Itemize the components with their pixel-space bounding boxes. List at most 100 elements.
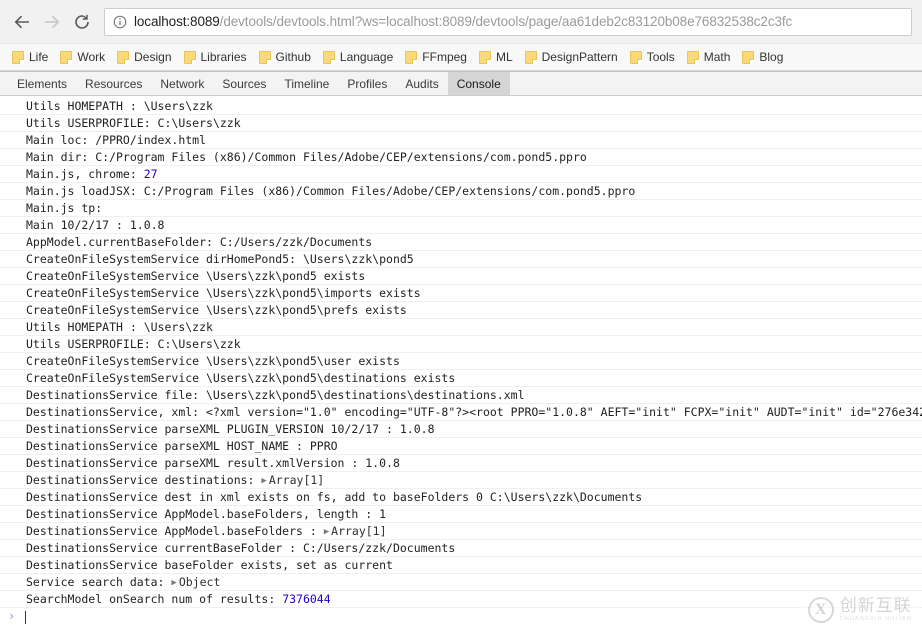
reload-icon — [75, 14, 89, 29]
expand-triangle-icon[interactable]: ▶ — [171, 575, 176, 590]
log-text: CreateOnFileSystemService dirHomePond5: … — [26, 252, 414, 266]
log-text: DestinationsService file: \Users\zzk\pon… — [26, 388, 525, 402]
forward-button[interactable] — [38, 8, 66, 36]
console-log-line: DestinationsService parseXML HOST_NAME :… — [0, 438, 922, 455]
console-log-line: Utils USERPROFILE: C:\Users\zzk — [0, 115, 922, 132]
bookmark-label: Math — [703, 50, 731, 64]
log-text: Utils USERPROFILE: C:\Users\zzk — [26, 337, 241, 351]
console-log-line: CreateOnFileSystemService \Users\zzk\pon… — [0, 302, 922, 319]
bookmark-item[interactable]: Math — [681, 46, 737, 68]
bookmark-label: Libraries — [200, 50, 247, 64]
folder-icon — [60, 50, 73, 64]
console-log-line: DestinationsService destinations: ▶ Array… — [0, 472, 922, 489]
bookmark-item[interactable]: Libraries — [178, 46, 253, 68]
bookmark-label: Work — [77, 50, 106, 64]
devtools-panel: Elements Resources Network Sources Timeline P… — [0, 71, 922, 632]
bookmarks-bar: Life Work Design Libraries Github Language FFm… — [0, 44, 922, 71]
console-prompt[interactable]: › — [0, 608, 922, 627]
bookmark-label: Tools — [646, 50, 675, 64]
browser-window: localhost:8089/devtools/devtools.html?ws… — [0, 0, 922, 632]
bookmark-label: Github — [275, 50, 311, 64]
console-log-line: DestinationsService AppModel.baseFolders… — [0, 506, 922, 523]
bookmark-item[interactable]: Life — [6, 46, 54, 68]
tab-resources[interactable]: Resources — [76, 72, 151, 95]
tab-network[interactable]: Network — [151, 72, 213, 95]
console-log-line: CreateOnFileSystemService \Users\zzk\pon… — [0, 353, 922, 370]
address-bar[interactable]: localhost:8089/devtools/devtools.html?ws… — [104, 7, 912, 36]
bookmark-label: ML — [495, 50, 513, 64]
console-log-line: Main dir: C:/Program Files (x86)/Common … — [0, 149, 922, 166]
bookmark-item[interactable]: Work — [54, 46, 111, 68]
log-text: DestinationsService dest in xml exists o… — [26, 490, 643, 504]
log-text: CreateOnFileSystemService \Users\zzk\pon… — [26, 354, 400, 368]
tab-sources[interactable]: Sources — [213, 72, 275, 95]
bookmark-item[interactable]: Tools — [624, 46, 681, 68]
folder-icon — [478, 50, 491, 64]
log-text: DestinationsService AppModel.baseFolders… — [26, 524, 324, 538]
console-log-line: Utils HOMEPATH : \Users\zzk — [0, 319, 922, 336]
info-circle-icon — [113, 15, 127, 29]
address-bar-url: localhost:8089/devtools/devtools.html?ws… — [134, 15, 792, 29]
url-host: localhost:8089 — [134, 13, 220, 29]
folder-icon — [183, 50, 196, 64]
log-text: CreateOnFileSystemService \Users\zzk\pon… — [26, 269, 366, 283]
console-log-line: Main 10/2/17 : 1.0.8 — [0, 217, 922, 234]
expand-triangle-icon[interactable]: ▶ — [324, 524, 329, 539]
folder-icon — [258, 50, 271, 64]
folder-icon — [742, 50, 755, 64]
bookmark-item[interactable]: FFmpeg — [399, 46, 473, 68]
log-object-ref[interactable]: ▶ Array[1] — [324, 524, 387, 538]
bookmark-item[interactable]: Github — [253, 46, 317, 68]
console-log-line: DestinationsService, xml: <?xml version=… — [0, 404, 922, 421]
bookmark-item[interactable]: ML — [473, 46, 519, 68]
console-log-line: AppModel.currentBaseFolder: C:/Users/zzk… — [0, 234, 922, 251]
console-log-line: SearchModel onSearch num of results: 737… — [0, 591, 922, 608]
tab-profiles[interactable]: Profiles — [338, 72, 396, 95]
expand-triangle-icon[interactable]: ▶ — [261, 473, 266, 488]
bookmark-item[interactable]: Language — [317, 46, 399, 68]
folder-icon — [629, 50, 642, 64]
tab-elements[interactable]: Elements — [8, 72, 76, 95]
log-object-ref[interactable]: ▶ Array[1] — [261, 473, 324, 487]
console-log-line: Main.js tp: — [0, 200, 922, 217]
bookmark-item[interactable]: Blog — [736, 46, 789, 68]
log-text: SearchModel onSearch num of results: — [26, 592, 283, 606]
folder-icon — [524, 50, 537, 64]
devtools-tabbar: Elements Resources Network Sources Timeline P… — [0, 72, 922, 96]
log-text: CreateOnFileSystemService \Users\zzk\pon… — [26, 286, 421, 300]
console-log-list: Utils HOMEPATH : \Users\zzk Utils USERPRO… — [0, 98, 922, 608]
console-log-line: DestinationsService dest in xml exists o… — [0, 489, 922, 506]
log-object-label: Array[1] — [331, 524, 387, 538]
console-log-line: Main.js, chrome: 27 — [0, 166, 922, 183]
bookmark-item[interactable]: DesignPattern — [519, 46, 624, 68]
bookmark-label: FFmpeg — [422, 50, 467, 64]
tab-audits[interactable]: Audits — [396, 72, 447, 95]
bookmark-label: Design — [134, 50, 172, 64]
prompt-caret-icon: › — [8, 609, 16, 623]
tab-timeline[interactable]: Timeline — [275, 72, 338, 95]
folder-icon — [322, 50, 335, 64]
log-object-ref[interactable]: ▶ Object — [171, 575, 220, 589]
log-text: Main.js tp: — [26, 201, 103, 215]
bookmark-item[interactable]: Design — [111, 46, 177, 68]
log-object-label: Object — [178, 575, 221, 589]
folder-icon — [686, 50, 699, 64]
log-text: DestinationsService parseXML HOST_NAME :… — [26, 439, 338, 453]
browser-toolbar: localhost:8089/devtools/devtools.html?ws… — [0, 0, 922, 44]
console-output[interactable]: Utils HOMEPATH : \Users\zzk Utils USERPRO… — [0, 96, 922, 632]
arrow-left-icon — [14, 15, 29, 28]
back-button[interactable] — [8, 8, 36, 36]
log-text: Utils HOMEPATH : \Users\zzk — [26, 99, 213, 113]
folder-icon — [117, 50, 130, 64]
log-number-value: 27 — [143, 167, 158, 181]
log-number-value: 7376044 — [282, 592, 331, 606]
arrow-right-icon — [45, 15, 60, 28]
reload-button[interactable] — [68, 8, 96, 36]
log-text: DestinationsService baseFolder exists, s… — [26, 558, 393, 572]
console-log-line: Main loc: /PPRO/index.html — [0, 132, 922, 149]
tab-console[interactable]: Console — [447, 72, 510, 95]
console-input[interactable] — [25, 611, 27, 624]
log-text: DestinationsService currentBaseFolder : … — [26, 541, 456, 555]
console-log-line: DestinationsService currentBaseFolder : … — [0, 540, 922, 557]
console-log-line: CreateOnFileSystemService \Users\zzk\pon… — [0, 268, 922, 285]
